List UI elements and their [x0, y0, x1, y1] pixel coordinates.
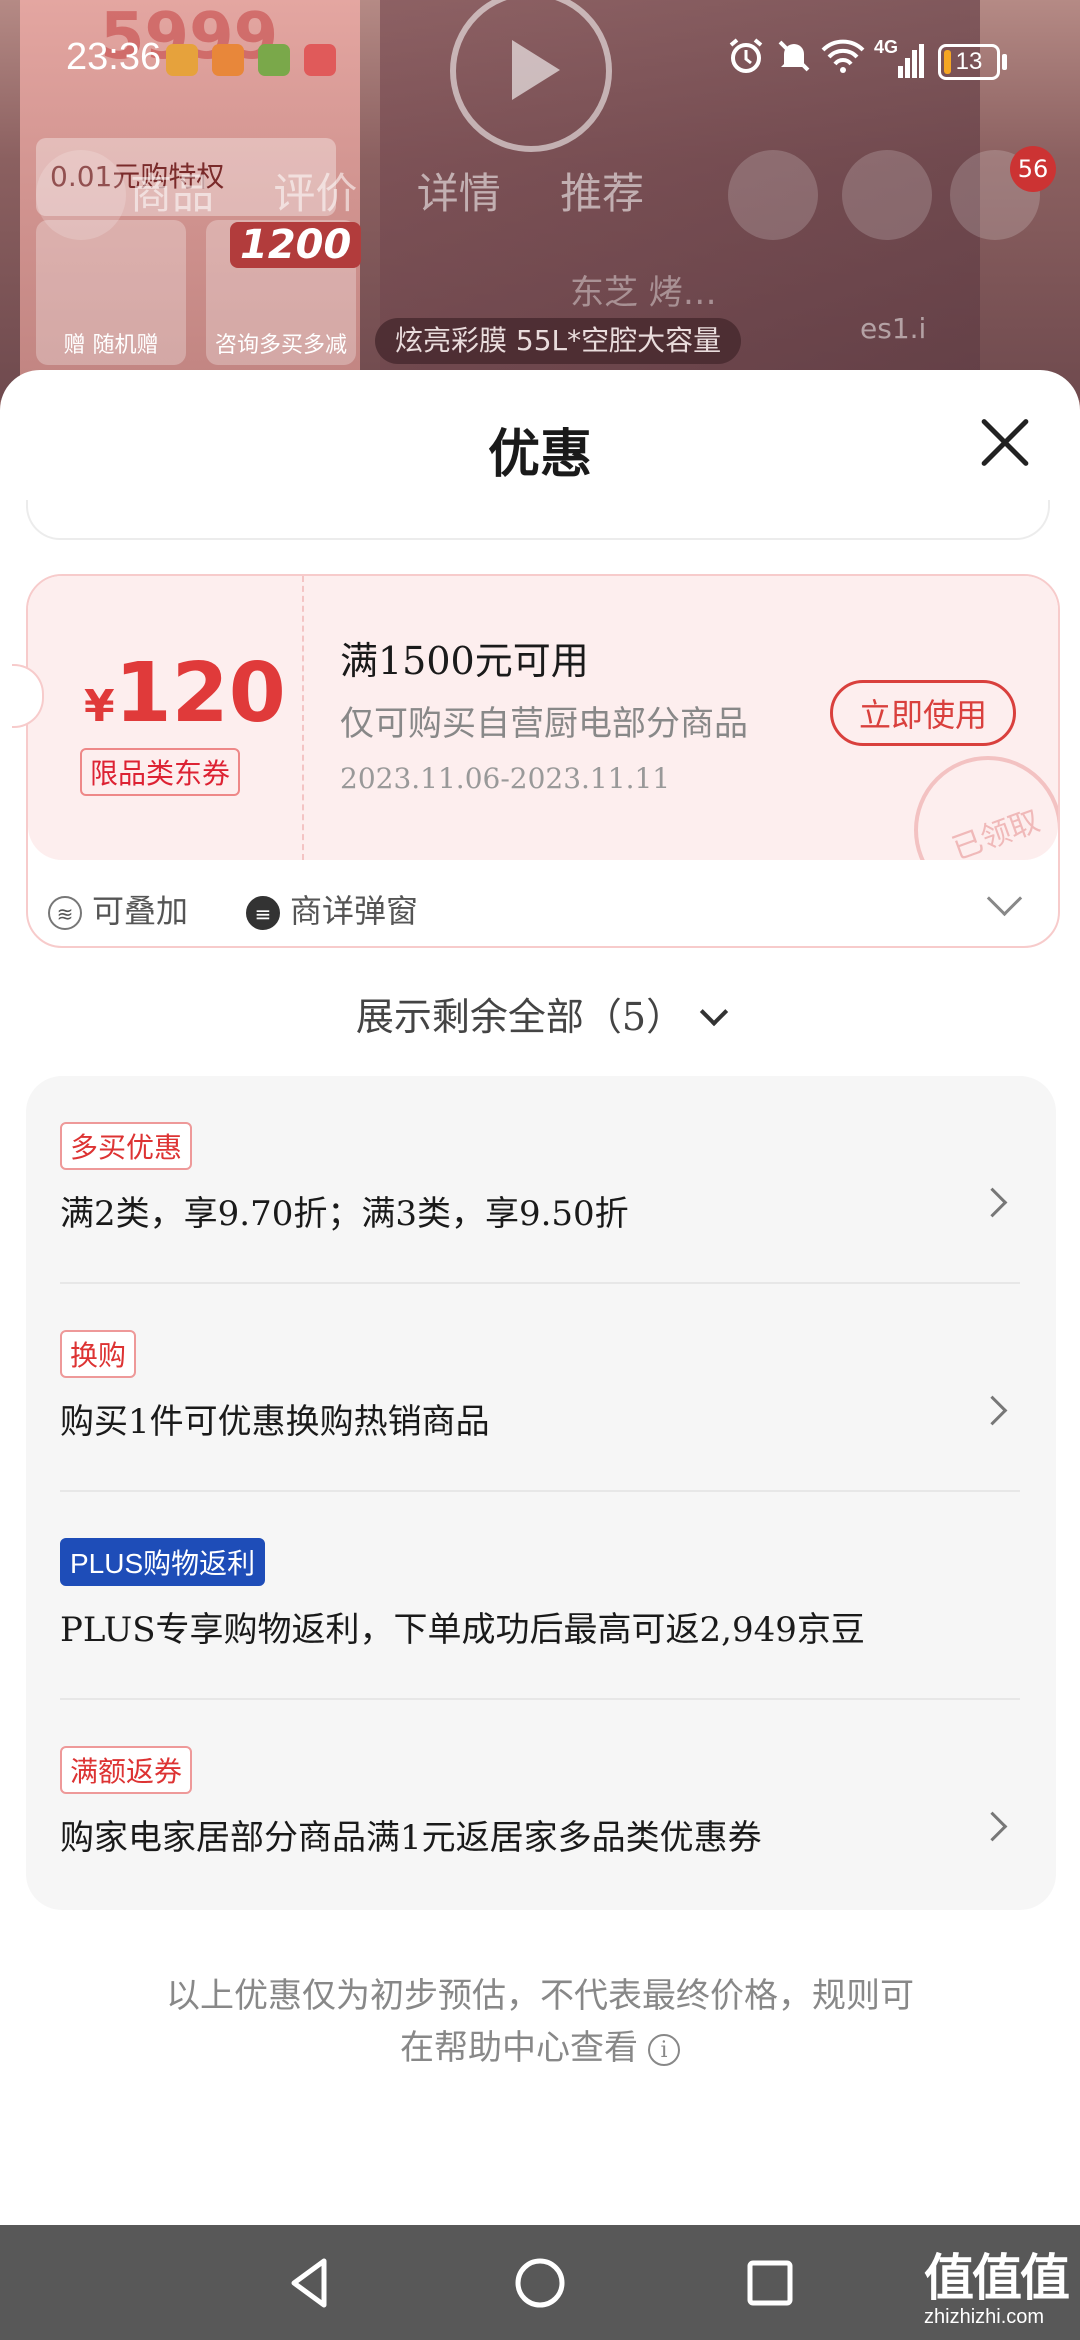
tab-recommend: 推荐: [560, 169, 645, 218]
promotion-list: 多买优惠 满2类，享9.70折；满3类，享9.50折 换购 购买1件可优惠换购热…: [26, 1076, 1056, 1910]
promotion-desc: 购家电家居部分商品满1元返居家多品类优惠券: [60, 1818, 762, 1858]
previous-card: [26, 500, 1050, 540]
show-all-button[interactable]: 展示剩余全部（5）: [0, 986, 1080, 1041]
popup-icon: ≡: [246, 896, 280, 930]
battery-level: 13: [955, 48, 983, 75]
promotion-tag: 满额返券: [60, 1746, 193, 1794]
home-circle-icon: [515, 2258, 565, 2308]
disclaimer-line-1: 以上优惠仅为初步预估，不代表最终价格，规则可: [166, 1976, 914, 2016]
chevron-down-icon: [699, 997, 729, 1027]
sheet-title: 优惠: [487, 425, 592, 485]
coupon-card[interactable]: ¥120 限品类东券 满1500元可用 仅可购买自营厨电部分商品 2023.11…: [12, 574, 1060, 948]
coupon-value: 120: [114, 646, 286, 741]
plus-rebate-tag: PLUS购物返利: [60, 1538, 266, 1586]
app-notification-icon: [258, 44, 290, 76]
discount-sheet: 优惠 ¥120 限品类东券 满1500元可用 仅可购买自营厨电部分商品 2023…: [0, 370, 1080, 2225]
promotion-desc: PLUS专享购物返利，下单成功后最高可返2,949京豆: [60, 1610, 865, 1650]
product-tabs: 商品 评价 详情 推荐: [130, 160, 690, 221]
disclaimer-line-2[interactable]: 在帮助中心查看 i: [120, 2022, 960, 2074]
corner-hint: es1.i: [860, 312, 927, 345]
use-now-button[interactable]: 立即使用: [830, 680, 1016, 746]
stack-icon: ≋: [48, 896, 82, 930]
disclaimer-note: 以上优惠仅为初步预估，不代表最终价格，规则可 在帮助中心查看 i: [120, 1970, 960, 2074]
status-time: 23:36: [66, 36, 162, 78]
currency-symbol: ¥: [84, 681, 115, 732]
system-nav-bar: [0, 2225, 1080, 2340]
promotion-tag: 换购: [60, 1330, 137, 1378]
promotion-item[interactable]: 换购 购买1件可优惠换购热销商品: [60, 1284, 1020, 1492]
recents-nav-button[interactable]: [740, 2253, 800, 2313]
tile-1200-badge: 1200: [230, 222, 362, 268]
back-triangle-icon: [291, 2258, 327, 2308]
tab-reviews: 评价: [273, 169, 358, 218]
promo-tile-1: 赠 随机赠: [36, 220, 186, 365]
home-nav-button[interactable]: [510, 2253, 570, 2313]
wifi-icon: [820, 36, 866, 86]
favorite-icon: [728, 150, 818, 240]
product-tagline: 炫亮彩膜 55L*空腔大容量: [375, 318, 742, 364]
app-notification-icon: [212, 44, 244, 76]
promotion-desc: 购买1件可优惠换购热销商品: [60, 1402, 490, 1442]
share-icon: [842, 150, 932, 240]
promotion-tag: 多买优惠: [60, 1122, 193, 1170]
show-all-label: 展示剩余全部（5）: [355, 995, 685, 1039]
expand-chevron-icon[interactable]: [986, 880, 1023, 917]
promotion-item[interactable]: 满额返券 购家电家居部分商品满1元返居家多品类优惠券: [60, 1700, 1020, 1908]
help-center-link[interactable]: 在帮助中心查看: [400, 2028, 638, 2068]
close-button[interactable]: [970, 408, 1040, 478]
chevron-right-icon: [977, 1187, 1008, 1218]
back-nav-button[interactable]: [280, 2253, 340, 2313]
app-notification-icon: [166, 44, 198, 76]
coupon-body: ¥120 限品类东券 满1500元可用 仅可购买自营厨电部分商品 2023.11…: [28, 576, 1058, 860]
search-hint: 东芝 烤…: [570, 273, 717, 313]
app-notification-icon: [304, 44, 336, 76]
stackable-label: 可叠加: [92, 892, 189, 930]
coupon-period: 2023.11.06-2023.11.11: [340, 762, 671, 795]
tile-label-1: 赠 随机赠: [63, 333, 159, 358]
tab-details: 详情: [416, 169, 501, 218]
promotion-item[interactable]: 多买优惠 满2类，享9.70折；满3类，享9.50折: [60, 1076, 1020, 1284]
previous-card-edge: [0, 500, 1080, 540]
watermark-text: 值值值: [924, 2249, 1070, 2307]
battery-icon: 13: [938, 44, 1000, 80]
battery-tip: [1002, 54, 1007, 70]
chevron-right-icon: [977, 1395, 1008, 1426]
mute-icon: [774, 36, 814, 86]
promotion-desc: 满2类，享9.70折；满3类，享9.50折: [60, 1194, 629, 1234]
coupon-type-tag: 限品类东券: [80, 748, 241, 796]
info-icon[interactable]: i: [648, 2034, 680, 2066]
tab-product: 商品: [130, 169, 215, 218]
coupon-amount: ¥120: [84, 646, 286, 741]
claimed-stamp-text: 已领取: [947, 803, 1045, 860]
recents-square-icon: [747, 2260, 793, 2306]
coupon-condition: 满1500元可用: [340, 639, 589, 683]
status-bar: 23:36 4G 13: [0, 30, 1080, 94]
signal-icon: [884, 44, 924, 94]
promotion-item: PLUS购物返利 PLUS专享购物返利，下单成功后最高可返2,949京豆: [60, 1492, 1020, 1700]
watermark-logo: 值值值 zhizhizhi.com: [924, 2238, 1070, 2329]
tile-label-2: 咨询多买多减: [214, 333, 347, 358]
popup-feature: ≡ 商详弹窗: [246, 886, 418, 932]
claimed-stamp: 已领取: [914, 756, 1058, 860]
alarm-icon: [726, 36, 766, 86]
stackable-feature: ≋ 可叠加: [48, 886, 188, 932]
cart-badge: 56: [1010, 146, 1056, 192]
popup-label: 商详弹窗: [290, 892, 419, 930]
chevron-right-icon: [977, 1811, 1008, 1842]
coupon-divider: [302, 576, 304, 860]
coupon-scope: 仅可购买自营厨电部分商品: [340, 704, 748, 744]
